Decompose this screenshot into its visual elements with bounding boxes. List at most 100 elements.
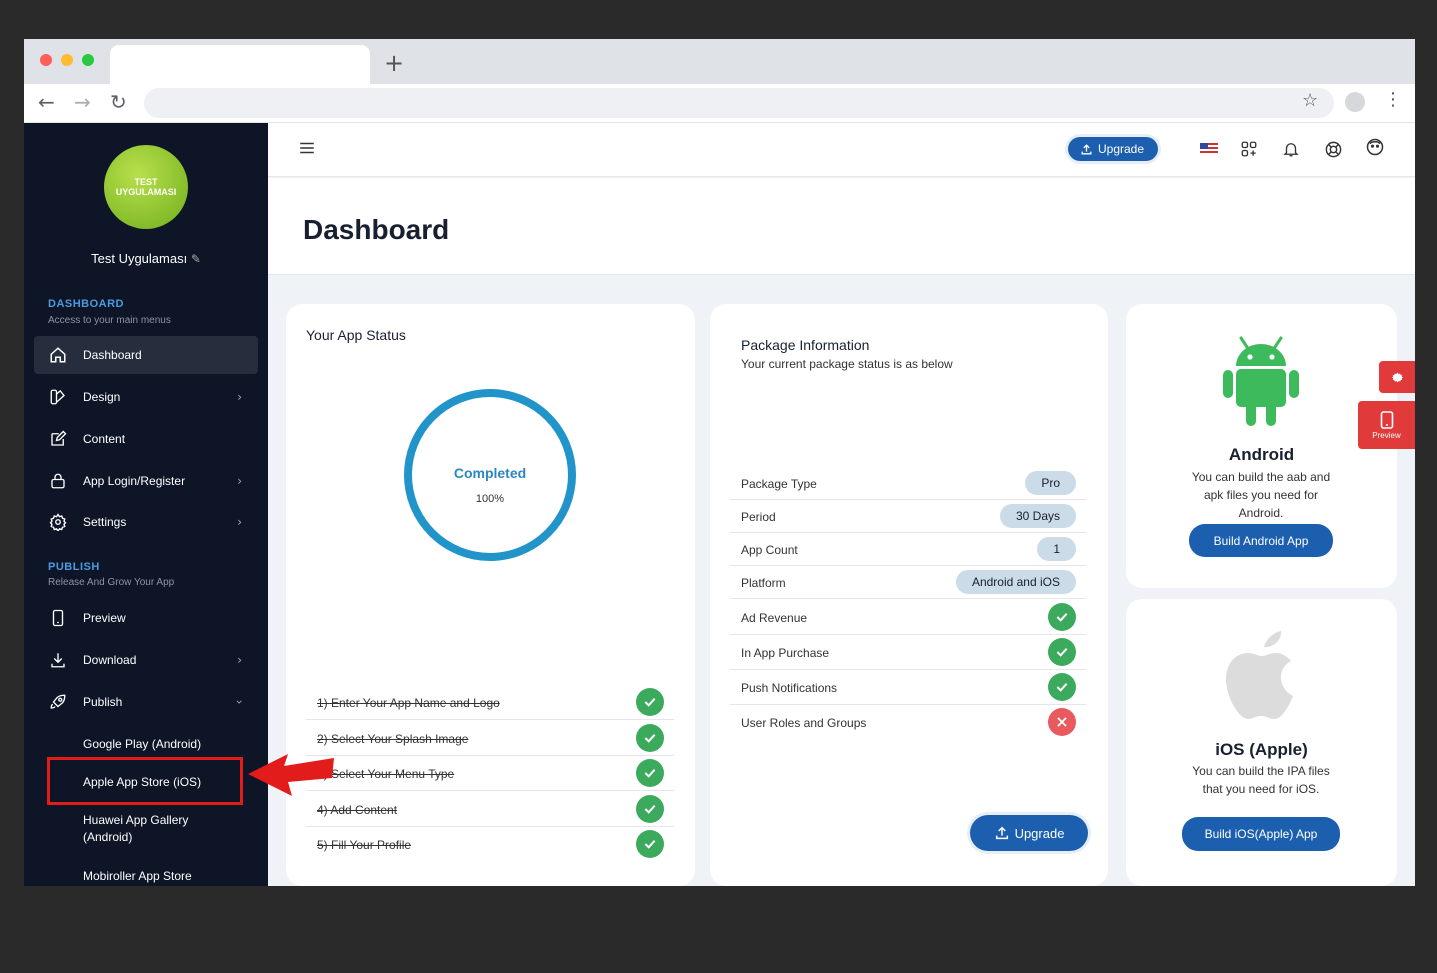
profile-avatar[interactable] bbox=[1345, 92, 1365, 112]
package-row: Platform Android and iOS bbox=[730, 566, 1086, 599]
package-row-key: Package Type bbox=[741, 477, 817, 491]
dashboard-section-subtitle: Access to your main menus bbox=[48, 315, 171, 326]
sidebar-item-dashboard[interactable]: Dashboard bbox=[34, 336, 258, 374]
sidebar-item-settings[interactable]: Settings › bbox=[34, 503, 258, 541]
logo-text-line2: UYGULAMASI bbox=[115, 187, 177, 197]
package-subtitle: Your current package status is as below bbox=[741, 357, 953, 371]
hamburger-menu-icon[interactable] bbox=[298, 139, 316, 162]
package-row: App Count 1 bbox=[730, 533, 1086, 566]
close-window-button[interactable] bbox=[40, 54, 52, 66]
top-bar: Upgrade bbox=[268, 123, 1415, 177]
feature-key: User Roles and Groups bbox=[741, 716, 867, 730]
app-status-title: Your App Status bbox=[306, 327, 406, 343]
feature-row: User Roles and Groups bbox=[730, 705, 1086, 740]
chevron-down-icon: › bbox=[232, 699, 247, 705]
lock-icon bbox=[48, 471, 68, 491]
help-lifebuoy-icon[interactable] bbox=[1322, 138, 1344, 160]
step-item[interactable]: 3) Select Your Menu Type bbox=[306, 756, 674, 791]
sidebar-item-label: App Login/Register bbox=[83, 474, 186, 488]
pencil-icon[interactable]: ✎ bbox=[191, 252, 201, 266]
apps-grid-icon[interactable] bbox=[1238, 138, 1260, 160]
package-row-value: 30 Days bbox=[999, 504, 1076, 528]
bell-icon[interactable] bbox=[1280, 138, 1302, 160]
step-label: 2) Select Your Splash Image bbox=[317, 732, 469, 746]
phone-icon bbox=[48, 608, 68, 628]
sidebar-item-preview[interactable]: Preview bbox=[34, 599, 258, 637]
upgrade-label: Upgrade bbox=[1098, 142, 1145, 156]
feature-key: Push Notifications bbox=[741, 681, 838, 695]
publish-section-title: PUBLISH bbox=[48, 561, 100, 573]
package-title: Package Information bbox=[741, 337, 870, 353]
x-icon bbox=[1048, 708, 1076, 736]
upload-icon bbox=[1080, 143, 1093, 156]
rocket-icon bbox=[48, 692, 68, 712]
us-flag-icon[interactable] bbox=[1198, 138, 1220, 160]
sidebar-item-publish[interactable]: Publish › bbox=[34, 683, 258, 721]
gear-icon bbox=[48, 512, 68, 532]
reload-icon[interactable]: ↻ bbox=[110, 90, 127, 114]
sidebar-item-label: Preview bbox=[83, 611, 126, 625]
completion-status: Completed bbox=[453, 465, 527, 481]
upload-icon bbox=[994, 825, 1010, 841]
tab-bar: + bbox=[24, 39, 1415, 84]
feature-row: In App Purchase bbox=[730, 635, 1086, 670]
ios-card: iOS (Apple) You can build the IPA files … bbox=[1126, 599, 1397, 886]
android-description: You can build the aab and apk files you … bbox=[1191, 470, 1331, 520]
maximize-window-button[interactable] bbox=[82, 54, 94, 66]
back-icon[interactable]: ← bbox=[38, 90, 55, 114]
android-title: Android bbox=[1228, 445, 1295, 464]
chevron-right-icon: › bbox=[237, 653, 242, 667]
step-item[interactable]: 5) Fill Your Profile bbox=[306, 827, 674, 862]
feature-row: Push Notifications bbox=[730, 670, 1086, 705]
build-android-button[interactable]: Build Android App bbox=[1189, 524, 1333, 557]
sidebar-item-design[interactable]: Design › bbox=[34, 378, 258, 416]
upgrade-button[interactable]: Upgrade bbox=[970, 815, 1088, 851]
forward-icon[interactable]: → bbox=[74, 90, 91, 114]
url-input[interactable] bbox=[144, 88, 1334, 118]
sidebar-item-download[interactable]: Download › bbox=[34, 641, 258, 679]
package-row-value: 1 bbox=[1037, 537, 1076, 561]
sidebar-item-label: Design bbox=[83, 390, 121, 404]
package-row-key: App Count bbox=[741, 543, 798, 557]
upgrade-button-top[interactable]: Upgrade bbox=[1068, 137, 1159, 161]
new-tab-button[interactable]: + bbox=[384, 49, 404, 77]
sidebar-item-content[interactable]: Content bbox=[34, 420, 258, 458]
completion-ring: Completed 100% bbox=[404, 389, 576, 561]
app-name[interactable]: Test Uygulaması ✎ bbox=[24, 251, 268, 266]
minimize-window-button[interactable] bbox=[61, 54, 73, 66]
sidebar-subitem-google-play[interactable]: Google Play (Android) bbox=[83, 736, 201, 753]
annotation-arrow-icon bbox=[248, 752, 338, 805]
sidebar-subitem-mobiroller[interactable]: Mobiroller App Store bbox=[83, 868, 192, 885]
browser-menu-icon[interactable]: ⋮ bbox=[1384, 89, 1402, 110]
feature-key: In App Purchase bbox=[741, 646, 830, 660]
address-bar: ← → ↻ ☆ ⋮ bbox=[24, 84, 1415, 123]
feature-row: Ad Revenue bbox=[730, 599, 1086, 635]
settings-float-button[interactable] bbox=[1379, 361, 1415, 393]
package-row: Period 30 Days bbox=[730, 500, 1086, 533]
check-icon bbox=[1048, 673, 1076, 701]
chevron-right-icon: › bbox=[237, 515, 242, 529]
home-icon bbox=[48, 345, 68, 365]
check-icon bbox=[636, 759, 664, 787]
app-logo: TEST UYGULAMASI bbox=[104, 145, 188, 229]
check-icon bbox=[636, 688, 664, 716]
android-card: Android You can build the aab and apk fi… bbox=[1126, 304, 1397, 588]
bookmark-star-icon[interactable]: ☆ bbox=[1302, 90, 1318, 111]
user-avatar-icon[interactable] bbox=[1364, 136, 1386, 158]
page-title: Dashboard bbox=[303, 214, 450, 245]
build-ios-button[interactable]: Build iOS(Apple) App bbox=[1182, 817, 1340, 851]
apple-icon bbox=[1224, 627, 1300, 726]
upgrade-label: Upgrade bbox=[1014, 825, 1065, 841]
step-item[interactable]: 4) Add Content bbox=[306, 792, 674, 827]
sidebar-item-app-login-register[interactable]: App Login/Register › bbox=[34, 462, 258, 500]
sidebar-item-label: Publish bbox=[83, 695, 123, 709]
preview-float-button[interactable]: Preview bbox=[1358, 401, 1415, 449]
app-status-card: Your App Status Completed 100% 1) Enter … bbox=[286, 304, 695, 886]
browser-tab[interactable] bbox=[110, 45, 370, 84]
step-item[interactable]: 1) Enter Your App Name and Logo bbox=[306, 685, 674, 720]
android-icon bbox=[1221, 332, 1301, 431]
step-label: 1) Enter Your App Name and Logo bbox=[317, 696, 500, 710]
feature-key: Ad Revenue bbox=[741, 611, 808, 625]
sidebar-subitem-huawei[interactable]: Huawei App Gallery (Android) bbox=[83, 812, 213, 846]
step-item[interactable]: 2) Select Your Splash Image bbox=[306, 721, 674, 756]
